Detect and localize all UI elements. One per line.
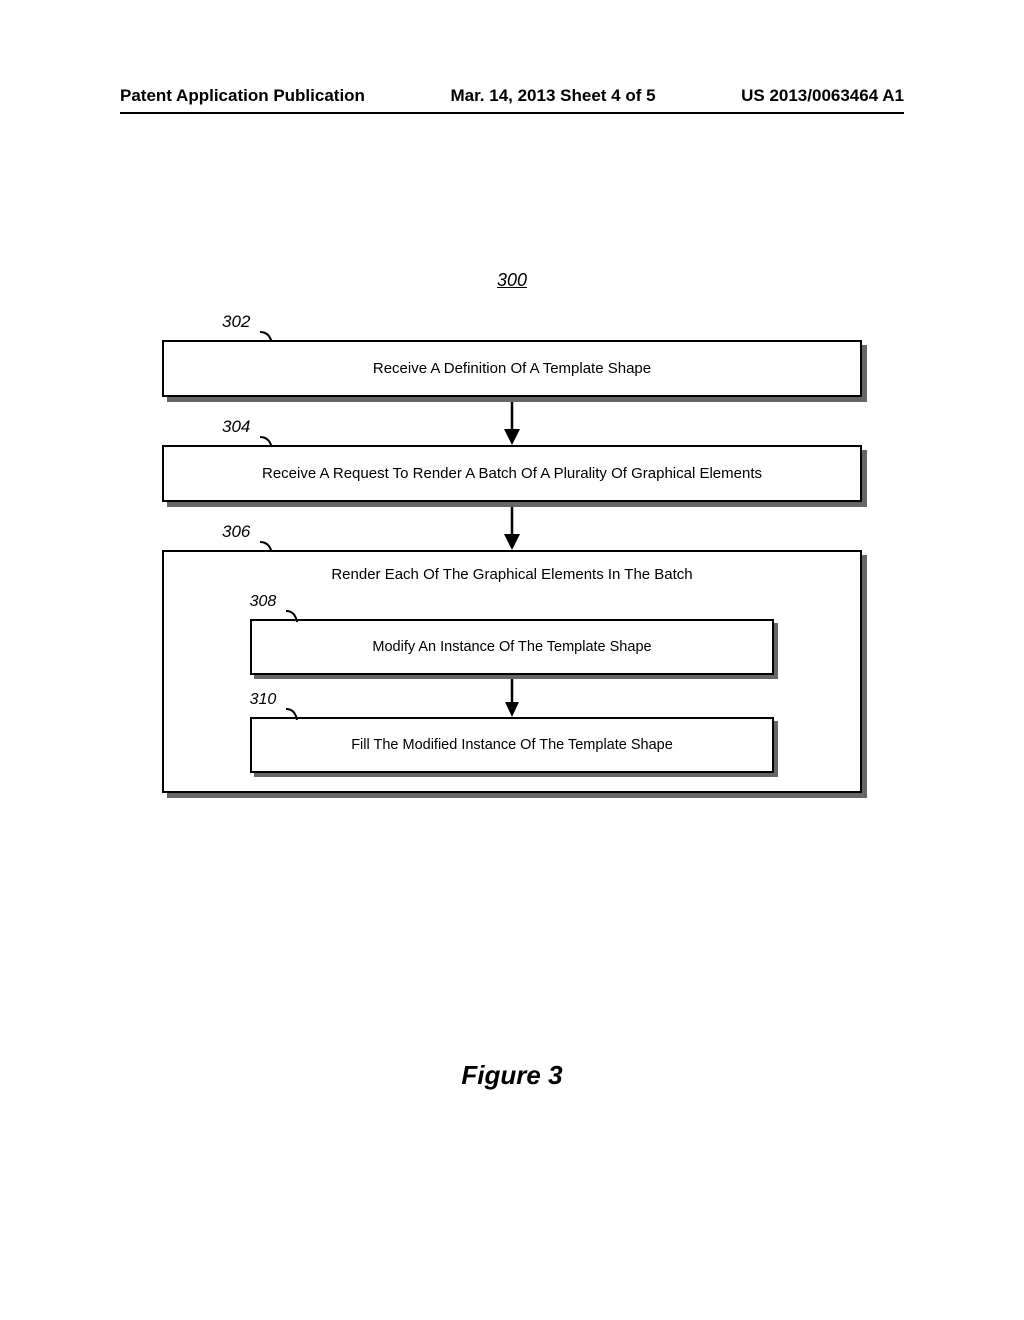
substep-308-text: Modify An Instance Of The Template Shape <box>372 639 651 655</box>
header-left: Patent Application Publication <box>120 86 365 106</box>
arrow-down-icon <box>502 502 522 550</box>
step-302-box: Receive A Definition Of A Template Shape <box>162 340 862 397</box>
step-302-wrapper: 302 Receive A Definition Of A Template S… <box>162 340 862 397</box>
step-306-wrapper: 306 Render Each Of The Graphical Element… <box>162 550 862 793</box>
step-306-box: Render Each Of The Graphical Elements In… <box>162 550 862 793</box>
flowchart-300: 300 302 Receive A Definition Of A Templa… <box>162 280 862 793</box>
figure-caption: Figure 3 <box>0 1060 1024 1091</box>
header-center: Mar. 14, 2013 Sheet 4 of 5 <box>451 86 656 106</box>
step-306-text: Render Each Of The Graphical Elements In… <box>331 566 692 583</box>
step-302-text: Receive A Definition Of A Template Shape <box>373 360 651 377</box>
arrow-down-icon <box>503 675 521 717</box>
ref-310: 310 <box>250 691 277 709</box>
substep-308-box: Modify An Instance Of The Template Shape <box>250 619 775 675</box>
ref-hook-icon <box>284 707 312 721</box>
page-header: Patent Application Publication Mar. 14, … <box>120 86 904 106</box>
substeps-group: 308 Modify An Instance Of The Template S… <box>184 619 840 773</box>
ref-306: 306 <box>222 522 250 542</box>
flowchart-ref-number: 300 <box>497 270 527 291</box>
ref-302: 302 <box>222 312 250 332</box>
patent-page: Patent Application Publication Mar. 14, … <box>0 0 1024 1320</box>
ref-304: 304 <box>222 417 250 437</box>
substep-310-text: Fill The Modified Instance Of The Templa… <box>351 737 673 753</box>
ref-hook-icon <box>284 609 312 623</box>
substep-310-box: Fill The Modified Instance Of The Templa… <box>250 717 775 773</box>
substep-308-wrapper: 308 Modify An Instance Of The Template S… <box>250 619 775 675</box>
step-304-wrapper: 304 Receive A Request To Render A Batch … <box>162 445 862 502</box>
step-304-box: Receive A Request To Render A Batch Of A… <box>162 445 862 502</box>
arrow-down-icon <box>502 397 522 445</box>
header-rule <box>120 112 904 114</box>
substep-310-wrapper: 310 Fill The Modified Instance Of The Te… <box>250 717 775 773</box>
header-right: US 2013/0063464 A1 <box>741 86 904 106</box>
step-304-text: Receive A Request To Render A Batch Of A… <box>262 465 762 482</box>
ref-308: 308 <box>250 593 277 611</box>
